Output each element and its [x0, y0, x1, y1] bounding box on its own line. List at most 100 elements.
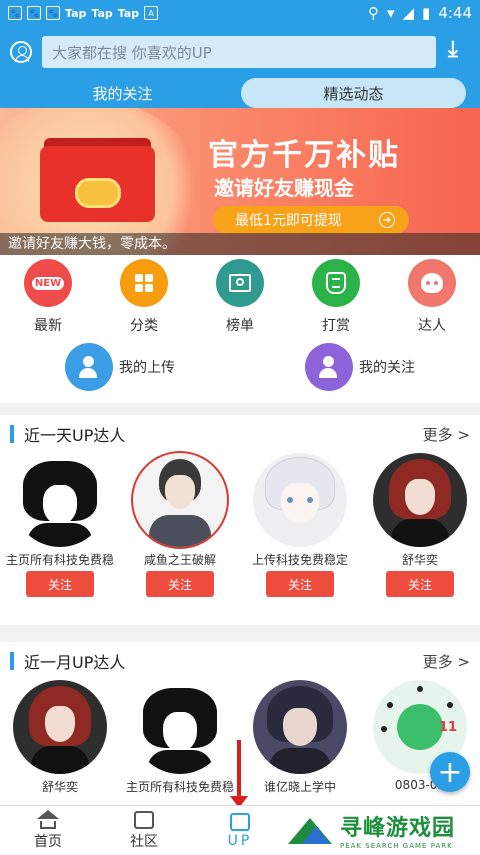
withdraw-button-label: 最低1元即可提现 [235, 213, 342, 229]
paw-notification-icon: 🐾 [46, 6, 60, 20]
follow-button[interactable]: 关注 [26, 571, 94, 597]
more-link[interactable]: 更多 > [423, 424, 470, 445]
tab-featured[interactable]: 精选动态 [241, 78, 466, 108]
avatar[interactable] [13, 453, 107, 547]
follow-button[interactable]: 关注 [386, 571, 454, 597]
user-name: 咸鱼之王破解 [143, 553, 216, 567]
user-card[interactable]: 咸鱼之王破解 关注 [120, 453, 240, 597]
section-title: 近一天UP达人 [24, 426, 126, 445]
user-name: 舒华奕 [401, 553, 438, 567]
menu-label: 最新 [34, 318, 62, 334]
nav-label: 首页 [34, 834, 62, 850]
search-input[interactable]: 大家都在搜 你喜欢的UP [42, 36, 436, 68]
home-icon-base [40, 821, 56, 829]
new-icon: NEW [24, 259, 72, 307]
category-menu: NEW 最新 分类 榜单 打赏 达人 我的上传 我的关注 [0, 255, 480, 403]
search-placeholder: 大家都在搜 你喜欢的UP [52, 43, 212, 62]
tap-notification: Tap [91, 6, 113, 20]
follow-user-icon [305, 343, 353, 391]
user-name: 主页所有科技免费稳 [125, 780, 234, 794]
battery-icon: ▮ [422, 4, 431, 22]
a-notification-icon: A [144, 6, 159, 20]
user-profile-icon[interactable] [10, 41, 32, 63]
money-bag-icon [312, 259, 360, 307]
menu-item-my-follows[interactable]: 我的关注 [240, 343, 480, 391]
user-name: 上传科技免费稳定 [251, 553, 348, 567]
paw-notification-icon: 🐾 [8, 6, 22, 20]
nav-label: UP [227, 832, 253, 849]
clock: 4:44 [438, 4, 472, 22]
nav-community[interactable]: 社区 [96, 806, 192, 855]
watermark: 寻峰游戏园 PEAK SEARCH GAME PARK [288, 806, 480, 854]
banner-caption: 邀请好友赚大钱，零成本。 [0, 233, 480, 255]
menu-label: 达人 [418, 318, 446, 334]
promo-banner[interactable]: 官方千万补贴 邀请好友赚现金 最低1元即可提现 ➜ 邀请好友赚大钱，零成本。 [0, 108, 480, 255]
follow-button[interactable]: 关注 [266, 571, 334, 597]
user-card[interactable]: 主页所有科技免费稳 关注 [0, 453, 120, 597]
user-card[interactable]: 舒华奕 [0, 680, 120, 795]
paw-notification-icon: 🐾 [27, 6, 41, 20]
menu-item-expert[interactable]: 达人 [397, 259, 467, 335]
certificate-icon [216, 259, 264, 307]
community-icon [134, 810, 154, 829]
header-tabs: 我的关注 精选动态 [10, 78, 470, 108]
section-accent-bar [10, 425, 14, 443]
home-icon [37, 810, 59, 819]
avatar[interactable] [133, 453, 227, 547]
signal-icon: ◢ [402, 4, 415, 22]
avatar[interactable] [373, 453, 467, 547]
menu-label: 我的关注 [359, 360, 415, 376]
download-icon[interactable] [446, 37, 470, 64]
upload-user-icon [65, 343, 113, 391]
menu-item-latest[interactable]: NEW 最新 [13, 259, 83, 335]
menu-label: 打赏 [322, 318, 350, 334]
section-title: 近一月UP达人 [24, 653, 126, 672]
watermark-title: 寻峰游戏园 [340, 816, 456, 841]
user-name: 舒华奕 [41, 780, 78, 794]
user-card[interactable]: 谁亿晓上学中 [240, 680, 360, 795]
section-accent-bar [10, 652, 14, 670]
avatar[interactable] [253, 680, 347, 774]
plus-icon: + [437, 754, 463, 790]
banner-subtitle: 邀请好友赚现金 [214, 176, 354, 200]
nav-label: 社区 [130, 833, 158, 850]
up-icon [230, 812, 250, 831]
avatar[interactable] [253, 453, 347, 547]
gold-coin-icon [75, 178, 121, 208]
add-button[interactable]: + [430, 752, 470, 792]
menu-label: 分类 [130, 318, 158, 334]
menu-label: 我的上传 [119, 360, 175, 376]
arrow-right-icon: ➜ [379, 212, 395, 228]
annotation-arrow [230, 740, 248, 808]
menu-item-category[interactable]: 分类 [109, 259, 179, 335]
user-card[interactable]: 主页所有科技免费稳 [120, 680, 240, 795]
expert-icon [408, 259, 456, 307]
location-icon: ⚲ [367, 4, 379, 22]
menu-item-reward[interactable]: 打赏 [301, 259, 371, 335]
tap-notification: Tap [65, 6, 87, 20]
avatar[interactable] [13, 680, 107, 774]
status-bar: 🐾 🐾 🐾 Tap Tap Tap A ⚲ ▾ ◢ ▮ 4:44 [0, 0, 480, 26]
mountain-logo-icon [288, 814, 334, 846]
nav-up[interactable]: UP [192, 806, 288, 855]
menu-item-ranking[interactable]: 榜单 [205, 259, 275, 335]
user-card[interactable]: 舒华奕 关注 [360, 453, 480, 597]
tap-notification: Tap [117, 6, 140, 20]
section-top-day: 近一天UP达人 更多 > 主页所有科技免费稳 关注 咸鱼之王破解 关注 上传科技… [0, 415, 480, 625]
user-card[interactable]: 上传科技免费稳定 关注 [240, 453, 360, 597]
more-link[interactable]: 更多 > [423, 651, 470, 672]
follow-button[interactable]: 关注 [146, 571, 214, 597]
withdraw-button[interactable]: 最低1元即可提现 ➜ [213, 206, 409, 234]
wifi-icon: ▾ [386, 4, 395, 22]
watermark-subtitle: PEAK SEARCH GAME PARK [340, 842, 453, 850]
user-name: 谁亿晓上学中 [263, 780, 336, 794]
tab-my-follow[interactable]: 我的关注 [10, 78, 235, 108]
avatar[interactable] [133, 680, 227, 774]
grid-icon [120, 259, 168, 307]
nav-home[interactable]: 首页 [0, 806, 96, 855]
new-badge: NEW [31, 276, 65, 290]
user-name: 主页所有科技免费稳 [5, 553, 114, 567]
menu-label: 榜单 [226, 318, 254, 334]
menu-item-my-uploads[interactable]: 我的上传 [0, 343, 240, 391]
banner-title: 官方千万补贴 [208, 138, 400, 173]
